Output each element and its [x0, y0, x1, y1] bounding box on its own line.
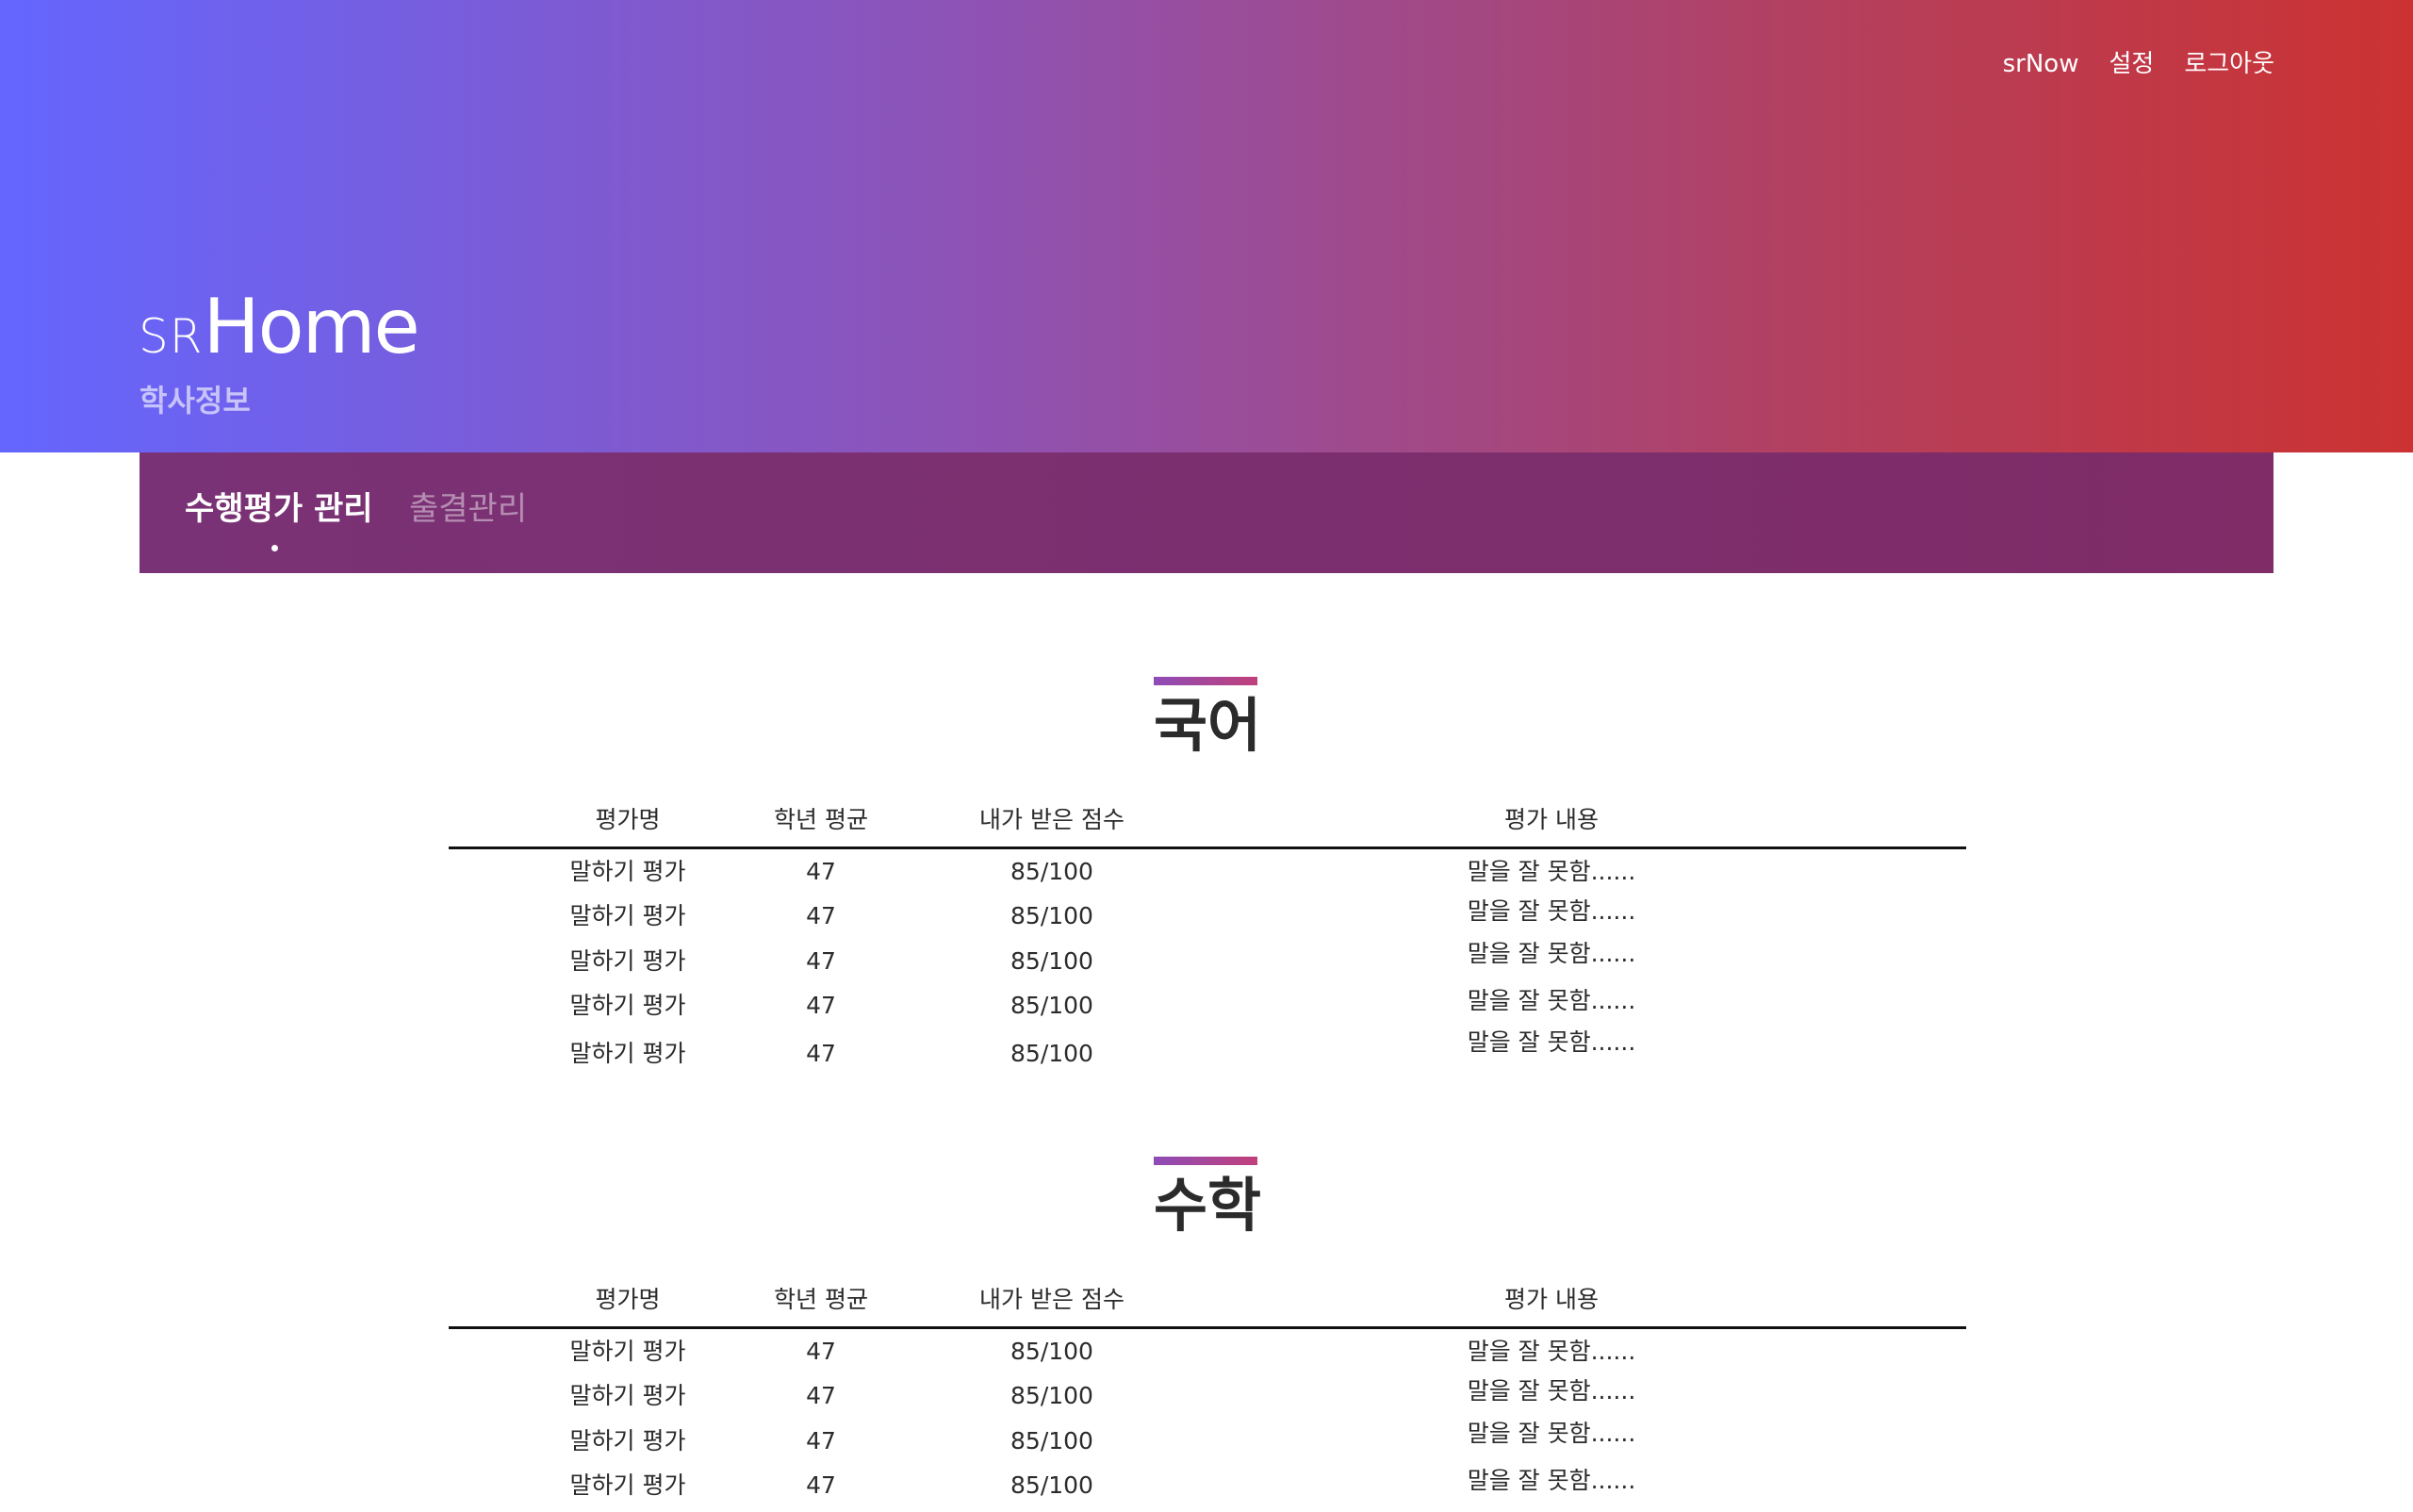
cell-content: 말을 잘 못함......: [1467, 1420, 1636, 1447]
cell-name: 말하기 평가: [569, 1338, 686, 1365]
cell-score: 85/100: [1010, 1040, 1093, 1067]
cell-content: 말을 잘 못함......: [1467, 897, 1636, 925]
column-header-average: 학년 평균: [774, 806, 868, 833]
table-row: 말하기 평가 47 85/100 말을 잘 못함......: [449, 1467, 1966, 1512]
cell-name: 말하기 평가: [569, 1471, 686, 1499]
column-header-average: 학년 평균: [774, 1286, 868, 1313]
brand-logo[interactable]: SRHome: [139, 283, 420, 370]
table-row: 말하기 평가 47 85/100 말을 잘 못함......: [449, 855, 1966, 898]
column-header-score: 내가 받은 점수: [979, 1286, 1124, 1313]
table-row: 말하기 평가 47 85/100 말을 잘 못함......: [449, 1028, 1966, 1080]
table-row: 말하기 평가 47 85/100 말을 잘 못함......: [449, 1335, 1966, 1378]
cell-average: 47: [806, 1338, 836, 1365]
cell-content: 말을 잘 못함......: [1467, 1377, 1636, 1405]
table-header: 평가명 학년 평균 내가 받은 점수 평가 내용: [449, 799, 1966, 849]
table-row: 말하기 평가 47 85/100 말을 잘 못함......: [449, 1420, 1966, 1468]
cell-score: 85/100: [1010, 1338, 1093, 1365]
top-nav: srNow 설정 로그아웃: [2003, 45, 2274, 83]
table-row: 말하기 평가 47 85/100 말을 잘 못함......: [449, 987, 1966, 1032]
cell-name: 말하기 평가: [569, 858, 686, 885]
cell-name: 말하기 평가: [569, 992, 686, 1019]
cell-average: 47: [806, 858, 836, 885]
cell-name: 말하기 평가: [569, 1040, 686, 1067]
section-accent-bar: [1154, 1157, 1257, 1165]
section-title: 수학: [1153, 1171, 1262, 1240]
cell-score: 85/100: [1010, 1382, 1093, 1409]
cell-content: 말을 잘 못함......: [1467, 940, 1636, 967]
header-banner: srNow 설정 로그아웃 SRHome 학사정보: [0, 0, 2413, 452]
column-header-name: 평가명: [595, 806, 661, 833]
cell-average: 47: [806, 947, 836, 975]
cell-average: 47: [806, 1382, 836, 1409]
cell-name: 말하기 평가: [569, 1382, 686, 1409]
table-row: 말하기 평가 47 85/100 말을 잘 못함......: [449, 940, 1966, 988]
cell-average: 47: [806, 1040, 836, 1067]
brand-logo-home: Home: [203, 283, 419, 370]
cell-content: 말을 잘 못함......: [1467, 987, 1636, 1014]
column-header-name: 평가명: [595, 1286, 661, 1313]
cell-content: 말을 잘 못함......: [1467, 1467, 1636, 1494]
tab-bar: 수행평가 관리 출결관리: [140, 452, 2273, 573]
cell-average: 47: [806, 902, 836, 929]
cell-score: 85/100: [1010, 947, 1093, 975]
cell-score: 85/100: [1010, 858, 1093, 885]
cell-name: 말하기 평가: [569, 947, 686, 975]
brand-logo-sr: SR: [139, 309, 204, 364]
column-header-score: 내가 받은 점수: [979, 806, 1124, 833]
cell-score: 85/100: [1010, 992, 1093, 1019]
section-accent-bar: [1154, 677, 1257, 685]
page-subtitle: 학사정보: [140, 383, 251, 419]
column-header-content: 평가 내용: [1504, 806, 1599, 833]
active-tab-indicator: [271, 545, 278, 551]
cell-score: 85/100: [1010, 1471, 1093, 1499]
cell-average: 47: [806, 992, 836, 1019]
nav-link-logout[interactable]: 로그아웃: [2184, 45, 2274, 83]
section-title: 국어: [1153, 691, 1262, 760]
cell-content: 말을 잘 못함......: [1467, 1338, 1636, 1365]
cell-content: 말을 잘 못함......: [1467, 1028, 1636, 1056]
cell-content: 말을 잘 못함......: [1467, 858, 1636, 885]
tab-attendance[interactable]: 출결관리: [409, 486, 527, 532]
table-row: 말하기 평가 47 85/100 말을 잘 못함......: [449, 897, 1966, 943]
tab-performance-assessment[interactable]: 수행평가 관리: [185, 486, 373, 532]
cell-name: 말하기 평가: [569, 902, 686, 929]
table-header: 평가명 학년 평균 내가 받은 점수 평가 내용: [449, 1279, 1966, 1329]
nav-link-srnow[interactable]: srNow: [2003, 45, 2079, 83]
column-header-content: 평가 내용: [1504, 1286, 1599, 1313]
table-row: 말하기 평가 47 85/100 말을 잘 못함......: [449, 1377, 1966, 1422]
cell-score: 85/100: [1010, 1427, 1093, 1454]
cell-score: 85/100: [1010, 902, 1093, 929]
cell-average: 47: [806, 1427, 836, 1454]
cell-average: 47: [806, 1471, 836, 1499]
nav-link-settings[interactable]: 설정: [2109, 45, 2154, 83]
cell-name: 말하기 평가: [569, 1427, 686, 1454]
